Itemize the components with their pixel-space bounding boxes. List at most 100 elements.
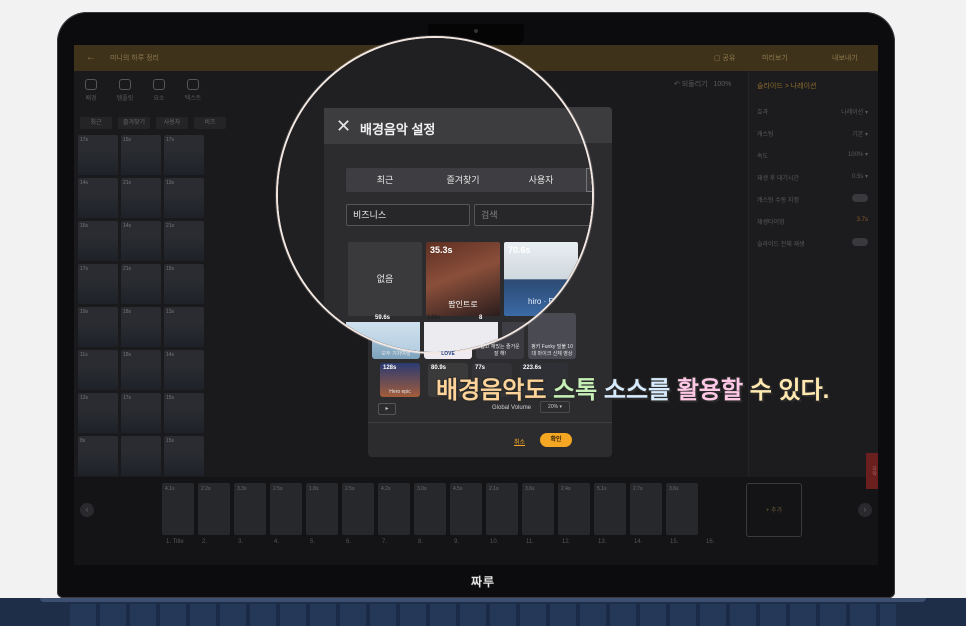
timeline-clip[interactable]: 3.3s	[234, 483, 266, 535]
timeline-clip[interactable]: 2.7s	[630, 483, 662, 535]
tool-background[interactable]: 배경	[80, 79, 102, 103]
manual-casting-toggle[interactable]	[852, 194, 868, 202]
zoom-magnifier: ✕ 배경음악 설정 최근 즐겨찾기 사용자 비즈니스 검색 없음 35.3s 팝…	[276, 36, 594, 354]
timeline-clips: 4.1s 2.2s 3.3s 2.5s 1.8s 2.5s 4.2s 3.0s 4.5s 2.1s…	[162, 483, 698, 535]
confirm-button[interactable]: 확인	[540, 433, 572, 447]
media-thumbnail[interactable]: 15s	[164, 264, 204, 304]
add-slide-button[interactable]: + 추가	[746, 483, 802, 537]
subtitle-side-tab[interactable]: 자막	[866, 453, 878, 489]
media-thumbnail[interactable]: 15s	[164, 436, 204, 476]
timeline-clip[interactable]: 3.0s	[414, 483, 446, 535]
search-input[interactable]: 검색	[474, 204, 592, 226]
media-thumbnail[interactable]: 18s	[121, 350, 161, 390]
timeline-clip[interactable]: 2.1s	[486, 483, 518, 535]
tab-user[interactable]: 사용자	[502, 168, 580, 192]
media-thumbnail[interactable]: 15s	[164, 393, 204, 433]
media-thumbnail[interactable]: 21s	[164, 221, 204, 261]
timeline-next-icon[interactable]: ›	[858, 503, 872, 517]
media-thumbnail[interactable]: 18s	[121, 307, 161, 347]
casting-select[interactable]: 기본 ▾	[852, 129, 868, 138]
thumbnail-duration: 16s	[80, 223, 89, 229]
thumbnail-duration: 13s	[166, 180, 175, 186]
media-thumbnail[interactable]: 12s	[78, 393, 118, 433]
timeline-clip[interactable]: 4.2s	[378, 483, 410, 535]
share-button[interactable]: ▢ 공유	[714, 53, 735, 63]
track-tile[interactable]: 70.6s hiro · EDM	[504, 242, 578, 316]
webcam-icon	[474, 29, 478, 33]
media-thumbnail[interactable]: 13s	[164, 178, 204, 218]
wait-time-select[interactable]: 0.5s ▾	[852, 173, 868, 180]
cancel-button[interactable]: 취소	[514, 437, 525, 446]
media-thumbnail[interactable]: 17s	[164, 135, 204, 175]
media-thumbnail[interactable]: 14s	[164, 350, 204, 390]
timeline-clip[interactable]: 2.5s	[270, 483, 302, 535]
thumbnail-duration: 14s	[123, 223, 132, 229]
zoom-level[interactable]: 100%	[713, 81, 731, 88]
category-select[interactable]: 비즈니스	[346, 204, 470, 226]
timeline-clip[interactable]: 4.1s	[162, 483, 194, 535]
timeline-clip[interactable]: 5.1s	[594, 483, 626, 535]
effect-select[interactable]: 나레이션 ▾	[841, 107, 868, 116]
preview-button[interactable]: 미리보기	[762, 53, 788, 63]
media-thumbnail[interactable]: 16s	[78, 221, 118, 261]
back-arrow-icon[interactable]: ←	[86, 52, 96, 63]
timeline-clip[interactable]: 2.4s	[558, 483, 590, 535]
setting-label: 재생 후 대기시간	[757, 176, 799, 182]
media-thumbnail[interactable]: 15s	[121, 135, 161, 175]
timeline-clip[interactable]: 2.5s	[342, 483, 374, 535]
tab-favorites[interactable]: 즐겨찾기	[424, 168, 502, 192]
undo-button[interactable]: ↶ 되돌리기	[674, 81, 708, 88]
close-icon[interactable]: ✕	[336, 117, 351, 135]
track-tile[interactable]: 35.3s 팝인트로	[426, 242, 500, 316]
media-thumbnail[interactable]: 19s	[78, 307, 118, 347]
timeline-clip[interactable]: 1.8s	[306, 483, 338, 535]
media-thumbnail[interactable]: 13s	[164, 307, 204, 347]
tab-recent[interactable]: 최근	[346, 168, 424, 192]
clip-duration: 2.2s	[201, 486, 211, 492]
media-thumbnail[interactable]: 17s	[78, 135, 118, 175]
speed-select[interactable]: 100% ▾	[848, 151, 868, 158]
tool-template[interactable]: 템플릿	[114, 79, 136, 103]
track-name: hiro · EDM	[528, 297, 567, 306]
media-thumbnail[interactable]	[121, 436, 161, 476]
timeline-clip[interactable]: 4.5s	[450, 483, 482, 535]
left-tab[interactable]: 사용자	[156, 117, 188, 129]
media-thumbnail[interactable]: 17s	[78, 264, 118, 304]
media-thumbnail[interactable]: 11s	[78, 350, 118, 390]
slide-number: 3.	[238, 539, 244, 545]
left-tab[interactable]: 최근	[80, 117, 112, 129]
thumbnail-duration: 14s	[80, 180, 89, 186]
timeline-clip[interactable]: 3.6s	[666, 483, 698, 535]
tool-text[interactable]: 텍스트	[182, 79, 204, 103]
media-thumbnail[interactable]: 21s	[121, 264, 161, 304]
media-thumbnail[interactable]: 14s	[121, 221, 161, 261]
timeline-clip[interactable]: 3.6s	[522, 483, 554, 535]
element-icon	[153, 79, 165, 90]
media-thumbnail[interactable]: 8s	[78, 436, 118, 476]
media-thumbnail[interactable]: 14s	[78, 178, 118, 218]
export-button[interactable]: 내보내기	[832, 53, 858, 63]
timeline-prev-icon[interactable]: ‹	[80, 503, 94, 517]
slide-number: 16.	[706, 539, 715, 545]
slide-number: 4.	[274, 539, 280, 545]
timeline-clip[interactable]: 2.2s	[198, 483, 230, 535]
left-tab[interactable]: 즐겨찾기	[118, 117, 150, 129]
caption-segment: 활용할	[676, 377, 750, 404]
preview-play-button[interactable]: ▸	[378, 403, 396, 415]
thumbnail-duration: 18s	[123, 309, 132, 315]
track-tile[interactable]: 128s Hero epic	[380, 363, 420, 397]
slide-number: 2.	[202, 539, 208, 545]
tool-element[interactable]: 요소	[148, 79, 170, 103]
media-thumbnail-grid: 17s 15s 17s 14s 21s 13s 16s 14s 21s 17s 21s 15s 19s 1…	[78, 135, 208, 476]
media-thumbnail[interactable]: 21s	[121, 178, 161, 218]
no-music-option[interactable]: 없음	[348, 242, 422, 316]
left-tab[interactable]: 비즈	[194, 117, 226, 129]
timing-value[interactable]: 3.7s	[857, 217, 868, 223]
track-duration: 8	[479, 315, 483, 321]
play-all-toggle[interactable]	[852, 238, 868, 246]
music-source-tabs: 최근 즐겨찾기 사용자	[346, 168, 592, 192]
setting-label: 재생타이밍	[757, 220, 785, 226]
thumbnail-duration: 18s	[123, 352, 132, 358]
caption-segment: 스톡	[553, 377, 604, 404]
media-thumbnail[interactable]: 17s	[121, 393, 161, 433]
